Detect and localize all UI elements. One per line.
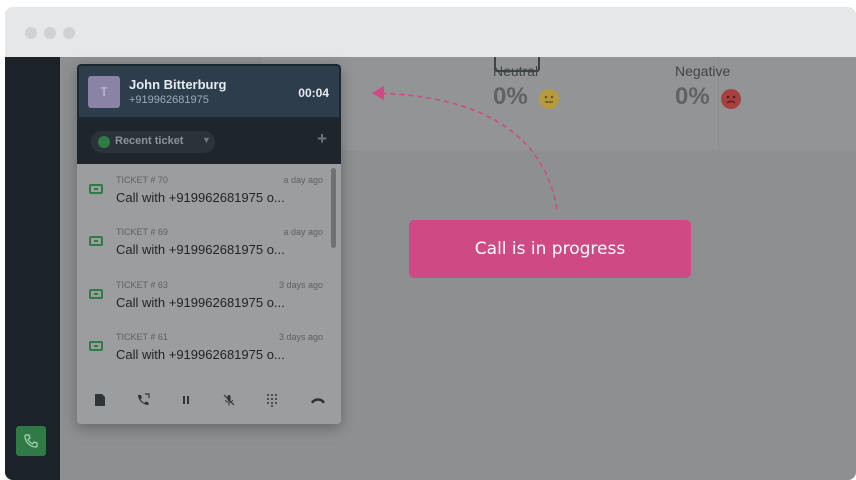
arrowhead-icon xyxy=(372,86,384,100)
call-progress-tooltip: Call is in progress xyxy=(409,220,691,278)
